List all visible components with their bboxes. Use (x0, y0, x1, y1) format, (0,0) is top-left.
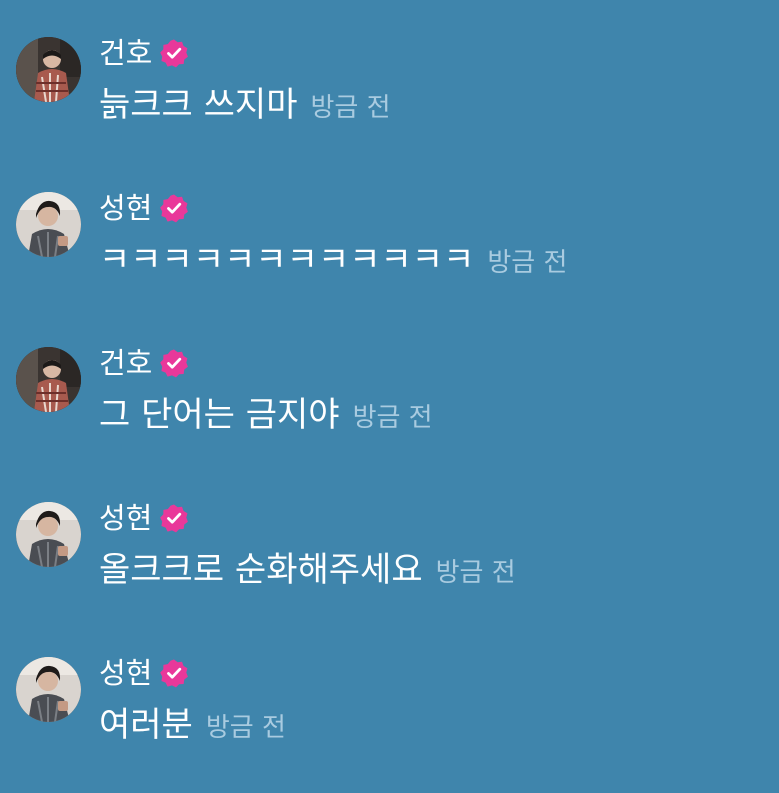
chat-feed: 건호 늙크크 쓰지마 방금 전 성현 ㅋㅋㅋㅋㅋㅋㅋㅋㅋㅋㅋㅋ 방금 전 건호 … (0, 0, 779, 783)
verified-badge-icon (159, 658, 189, 688)
message-text: ㅋㅋㅋㅋㅋㅋㅋㅋㅋㅋㅋㅋ (99, 240, 475, 280)
author-name[interactable]: 건호 (99, 343, 152, 383)
chat-message: 성현 올크크로 순화해주세요 방금 전 (0, 498, 779, 638)
timestamp: 방금 전 (352, 403, 433, 433)
chat-message: 성현 여러분 방금 전 (0, 653, 779, 793)
avatar[interactable] (16, 347, 81, 412)
timestamp: 방금 전 (310, 93, 391, 123)
timestamp: 방금 전 (487, 248, 568, 278)
author-name[interactable]: 건호 (99, 33, 152, 73)
timestamp: 방금 전 (435, 558, 516, 588)
verified-badge-icon (159, 503, 189, 533)
avatar[interactable] (16, 657, 81, 722)
chat-message: 성현 ㅋㅋㅋㅋㅋㅋㅋㅋㅋㅋㅋㅋ 방금 전 (0, 188, 779, 328)
author-name[interactable]: 성현 (99, 188, 152, 228)
timestamp: 방금 전 (205, 713, 286, 743)
message-text: 그 단어는 금지야 (99, 395, 340, 435)
avatar[interactable] (16, 37, 81, 102)
author-name[interactable]: 성현 (99, 653, 152, 693)
chat-message: 건호 그 단어는 금지야 방금 전 (0, 343, 779, 483)
message-text: 여러분 (99, 705, 193, 745)
avatar[interactable] (16, 502, 81, 567)
chat-message: 건호 늙크크 쓰지마 방금 전 (0, 33, 779, 173)
message-text: 늙크크 쓰지마 (99, 85, 298, 125)
verified-badge-icon (159, 38, 189, 68)
verified-badge-icon (159, 193, 189, 223)
avatar[interactable] (16, 192, 81, 257)
message-text: 올크크로 순화해주세요 (99, 550, 423, 590)
author-name[interactable]: 성현 (99, 498, 152, 538)
verified-badge-icon (159, 348, 189, 378)
